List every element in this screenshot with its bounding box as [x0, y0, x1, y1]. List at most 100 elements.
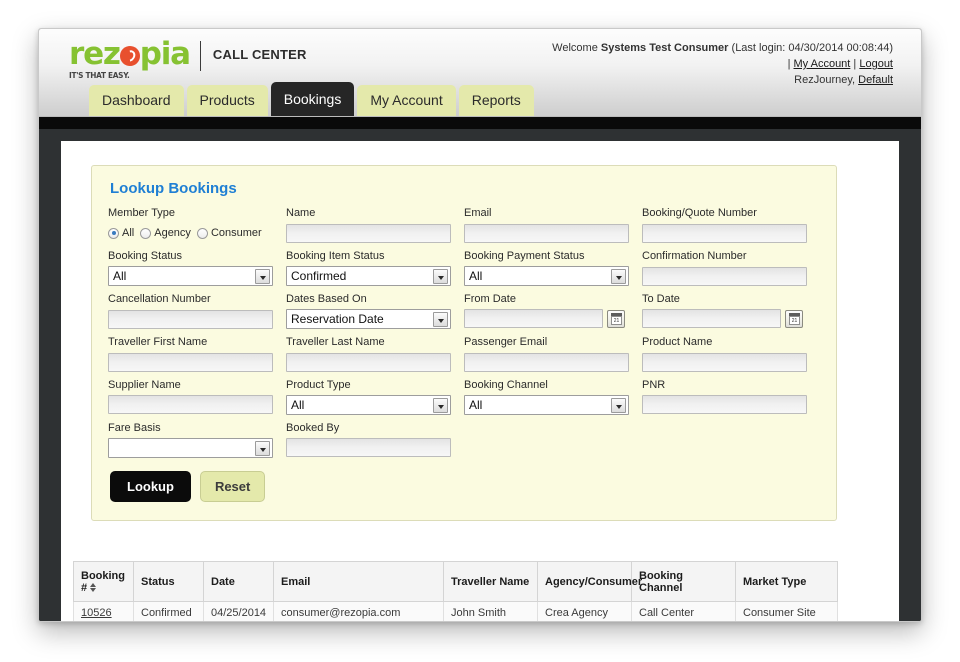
col-booking-channel[interactable]: Booking Channel	[631, 561, 736, 602]
passenger-email-input[interactable]	[464, 352, 629, 372]
page-content: Lookup Bookings Member Type All Agency C…	[61, 141, 899, 621]
from-date-input[interactable]	[464, 309, 603, 328]
col-status[interactable]: Status	[133, 561, 204, 602]
main-nav-tabs: Dashboard Products Bookings My Account R…	[89, 82, 534, 116]
page-frame: Lookup Bookings Member Type All Agency C…	[39, 129, 921, 621]
chevron-down-icon[interactable]	[611, 269, 626, 284]
field-booking-quote-number: Booking/Quote Number	[642, 207, 820, 243]
form-row-5: Supplier Name Product Type All Booking C…	[108, 379, 820, 415]
tab-my-account[interactable]: My Account	[357, 85, 456, 116]
tab-bookings[interactable]: Bookings	[270, 82, 355, 116]
radio-all-label: All	[122, 227, 135, 239]
product-name-input[interactable]	[642, 352, 807, 372]
supplier-name-label: Supplier Name	[108, 378, 181, 391]
logo[interactable]: rez pia IT'S THAT EASY. CALL CENTER	[69, 36, 307, 81]
cancellation-number-input[interactable]	[108, 309, 273, 329]
chevron-down-icon[interactable]	[255, 269, 270, 284]
chevron-down-icon[interactable]	[255, 440, 270, 456]
from-date-wrap: 21	[464, 309, 642, 328]
form-row-1: Member Type All Agency Consumer Name Ema…	[108, 207, 820, 243]
reset-button[interactable]: Reset	[199, 470, 266, 502]
radio-agency[interactable]: Agency	[140, 227, 191, 239]
chevron-down-icon[interactable]	[433, 312, 448, 327]
col-email[interactable]: Email	[273, 561, 444, 602]
traveller-last-name-label: Traveller Last Name	[286, 336, 385, 348]
panel-title: Lookup Bookings	[110, 180, 237, 197]
field-supplier-name: Supplier Name	[108, 379, 286, 415]
field-booking-payment-status: Booking Payment Status All	[464, 250, 642, 286]
booking-number-link[interactable]: 10526	[81, 607, 112, 619]
results-table-wrap: Booking # Status Date Email Traveller Na…	[73, 561, 838, 621]
radio-all-dot[interactable]	[108, 227, 119, 239]
booking-payment-status-select[interactable]: All	[464, 266, 629, 286]
chevron-down-icon[interactable]	[433, 269, 448, 284]
last-login: (Last login: 04/30/2014 00:08:44)	[731, 42, 893, 54]
name-input[interactable]	[286, 223, 451, 243]
tab-products[interactable]: Products	[186, 85, 268, 116]
radio-agency-dot[interactable]	[140, 227, 152, 239]
logout-link[interactable]: Logout	[859, 58, 893, 70]
booking-item-status-select[interactable]: Confirmed	[286, 266, 451, 286]
confirmation-number-input[interactable]	[642, 266, 807, 286]
field-pnr: PNR	[642, 379, 820, 415]
email-input[interactable]	[464, 223, 629, 243]
col-agency-consumer[interactable]: Agency/Consumer	[537, 561, 642, 602]
col-booking-number[interactable]: Booking #	[73, 561, 134, 602]
dates-based-on-select[interactable]: Reservation Date	[286, 309, 451, 329]
field-name: Name	[286, 207, 464, 243]
link-separator-left: |	[787, 58, 791, 70]
rezjourney-value-link[interactable]: Default	[858, 74, 893, 86]
cell-agency: Crea Agency	[537, 601, 632, 621]
product-type-select[interactable]: All	[286, 394, 451, 415]
field-booking-status: Booking Status All	[108, 250, 286, 286]
welcome-line: Welcome Systems Test Consumer (Last logi…	[552, 41, 893, 56]
traveller-first-name-input[interactable]	[108, 352, 273, 372]
cell-channel: Call Center	[631, 601, 736, 621]
product-type-value: All	[291, 397, 305, 412]
logo-wordmark: rez pia	[69, 36, 191, 72]
user-name: Systems Test Consumer	[600, 42, 729, 54]
my-account-link[interactable]: My Account	[794, 58, 851, 70]
to-date-wrap: 21	[642, 309, 820, 328]
traveller-last-name-input[interactable]	[286, 352, 451, 372]
field-booked-by: Booked By	[286, 422, 464, 458]
booking-payment-status-value: All	[469, 269, 483, 283]
sort-arrows-icon[interactable]	[90, 582, 98, 593]
booking-channel-select[interactable]: All	[464, 394, 629, 415]
dates-based-on-value: Reservation Date	[291, 312, 384, 326]
pnr-input[interactable]	[642, 395, 807, 414]
booking-quote-number-input[interactable]	[642, 223, 807, 243]
welcome-prefix: Welcome	[552, 42, 598, 54]
calendar-icon[interactable]: 21	[785, 310, 803, 328]
booked-by-label: Booked By	[286, 421, 340, 434]
radio-all[interactable]: All	[108, 227, 134, 239]
table-header-row: Booking # Status Date Email Traveller Na…	[73, 561, 838, 602]
spacer-cell-2	[642, 422, 820, 458]
lookup-button[interactable]: Lookup	[110, 470, 191, 502]
field-email: Email	[464, 207, 642, 243]
fare-basis-select[interactable]	[108, 437, 273, 458]
chevron-down-icon[interactable]	[433, 397, 448, 413]
field-fare-basis: Fare Basis	[108, 422, 286, 458]
form-row-3: Cancellation Number Dates Based On Reser…	[108, 293, 820, 329]
rezjourney-block: RezJourney, Default	[552, 73, 893, 88]
radio-consumer[interactable]: Consumer	[196, 227, 262, 239]
field-to-date: To Date 21	[642, 293, 820, 329]
logo-text-second: pia	[139, 36, 191, 72]
cell-email: consumer@rezopia.com	[273, 601, 444, 621]
supplier-name-input[interactable]	[108, 395, 273, 414]
to-date-input[interactable]	[642, 309, 781, 328]
tab-dashboard[interactable]: Dashboard	[89, 85, 184, 116]
radio-consumer-dot[interactable]	[196, 227, 208, 239]
col-market-type[interactable]: Market Type	[735, 561, 838, 602]
col-date[interactable]: Date	[203, 561, 274, 602]
col-traveller-name[interactable]: Traveller Name	[443, 561, 538, 602]
booking-status-select[interactable]: All	[108, 266, 273, 286]
cell-booking-number: 10526	[73, 601, 134, 621]
fare-basis-label: Fare Basis	[108, 421, 161, 434]
results-table: Booking # Status Date Email Traveller Na…	[73, 561, 838, 621]
chevron-down-icon[interactable]	[611, 397, 626, 413]
calendar-icon[interactable]: 21	[607, 310, 625, 328]
booked-by-input[interactable]	[286, 438, 451, 457]
tab-reports[interactable]: Reports	[458, 85, 534, 116]
